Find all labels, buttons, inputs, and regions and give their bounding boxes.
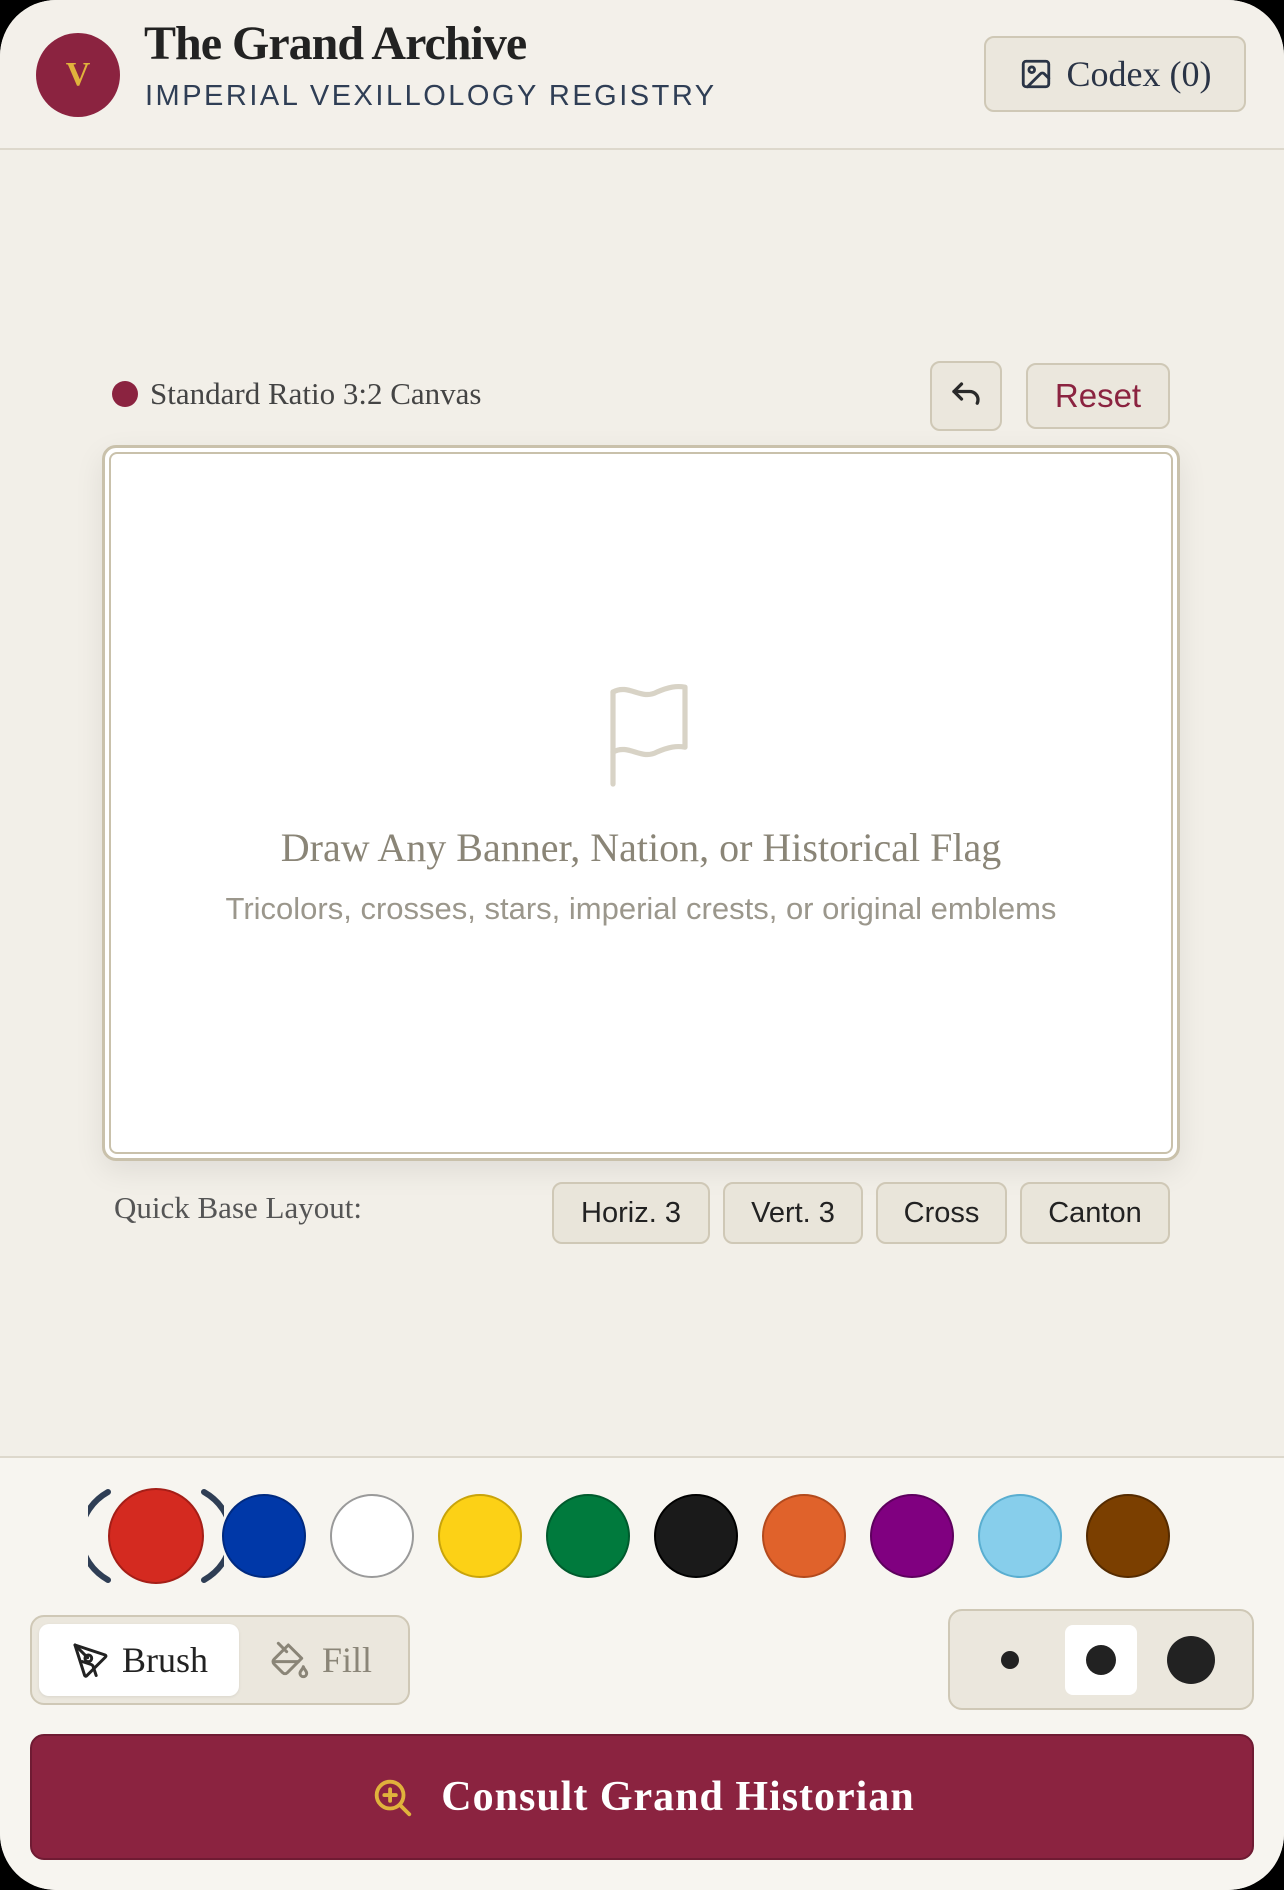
- canvas-ratio-label: Standard Ratio 3:2 Canvas: [112, 376, 481, 412]
- brush-size-large-button[interactable]: [1155, 1625, 1227, 1695]
- flag-icon: [610, 683, 688, 787]
- brush-size-small-dot: [1001, 1651, 1019, 1669]
- canvas-empty-hint: Tricolors, crosses, stars, imperial cres…: [225, 891, 1057, 926]
- codex-button[interactable]: Codex (0): [984, 36, 1246, 112]
- brush-size-medium-button[interactable]: [1065, 1625, 1137, 1695]
- quick-layout-label: Quick Base Layout:: [114, 1190, 362, 1225]
- reset-button[interactable]: Reset: [1026, 363, 1170, 429]
- color-swatch[interactable]: [762, 1494, 846, 1578]
- fill-label: Fill: [321, 1640, 373, 1680]
- color-swatch[interactable]: [978, 1494, 1062, 1578]
- logo-letter: V: [65, 56, 91, 93]
- brush-size-large-dot: [1167, 1636, 1215, 1684]
- undo-icon: [952, 382, 980, 405]
- color-swatch[interactable]: [870, 1494, 954, 1578]
- drawing-canvas[interactable]: Draw Any Banner, Nation, or Historical F…: [102, 445, 1180, 1161]
- color-swatch[interactable]: [330, 1494, 414, 1578]
- color-swatch[interactable]: [654, 1494, 738, 1578]
- canvas-empty-title: Draw Any Banner, Nation, or Historical F…: [280, 825, 1002, 870]
- pen-tool-icon: [73, 1643, 108, 1678]
- layout-vertical-3-button[interactable]: Vert. 3: [723, 1182, 863, 1244]
- color-swatch[interactable]: [438, 1494, 522, 1578]
- fill-tool-button[interactable]: Fill: [246, 1624, 396, 1696]
- brush-size-medium-dot: [1086, 1645, 1116, 1675]
- layout-cross-button[interactable]: Cross: [876, 1182, 1007, 1244]
- tool-toggle: Brush Fill: [30, 1615, 410, 1705]
- search-plus-icon: [375, 1779, 412, 1817]
- undo-button[interactable]: [930, 361, 1002, 431]
- consult-historian-button[interactable]: Consult Grand Historian: [30, 1734, 1254, 1860]
- image-icon: [1021, 59, 1050, 89]
- status-dot: [112, 381, 138, 407]
- color-swatch[interactable]: [108, 1488, 204, 1584]
- brush-size-small-button[interactable]: [974, 1625, 1046, 1695]
- app-root: V The Grand Archive IMPERIAL VEXILLOLOGY…: [0, 0, 1284, 1890]
- consult-historian-label: Consult Grand Historian: [441, 1774, 915, 1820]
- color-swatch[interactable]: [222, 1494, 306, 1578]
- app-header: V The Grand Archive IMPERIAL VEXILLOLOGY…: [0, 0, 1284, 150]
- brush-tool-button[interactable]: Brush: [39, 1624, 239, 1696]
- paint-bucket-icon: [271, 1641, 309, 1679]
- canvas-ratio-text: Standard Ratio 3:2 Canvas: [150, 376, 482, 411]
- app-title: The Grand Archive: [144, 17, 527, 70]
- drawing-canvas-surface[interactable]: Draw Any Banner, Nation, or Historical F…: [109, 452, 1173, 1154]
- color-swatch[interactable]: [546, 1494, 630, 1578]
- color-swatch[interactable]: [1086, 1494, 1170, 1578]
- layout-canton-button[interactable]: Canton: [1020, 1182, 1170, 1244]
- codex-label: Codex (0): [1066, 54, 1212, 94]
- app-logo: V: [36, 33, 120, 117]
- brush-size-selector: [948, 1609, 1254, 1710]
- layout-horizontal-3-button[interactable]: Horiz. 3: [552, 1182, 710, 1244]
- app-subtitle: IMPERIAL VEXILLOLOGY REGISTRY: [145, 80, 717, 112]
- brush-label: Brush: [121, 1640, 208, 1680]
